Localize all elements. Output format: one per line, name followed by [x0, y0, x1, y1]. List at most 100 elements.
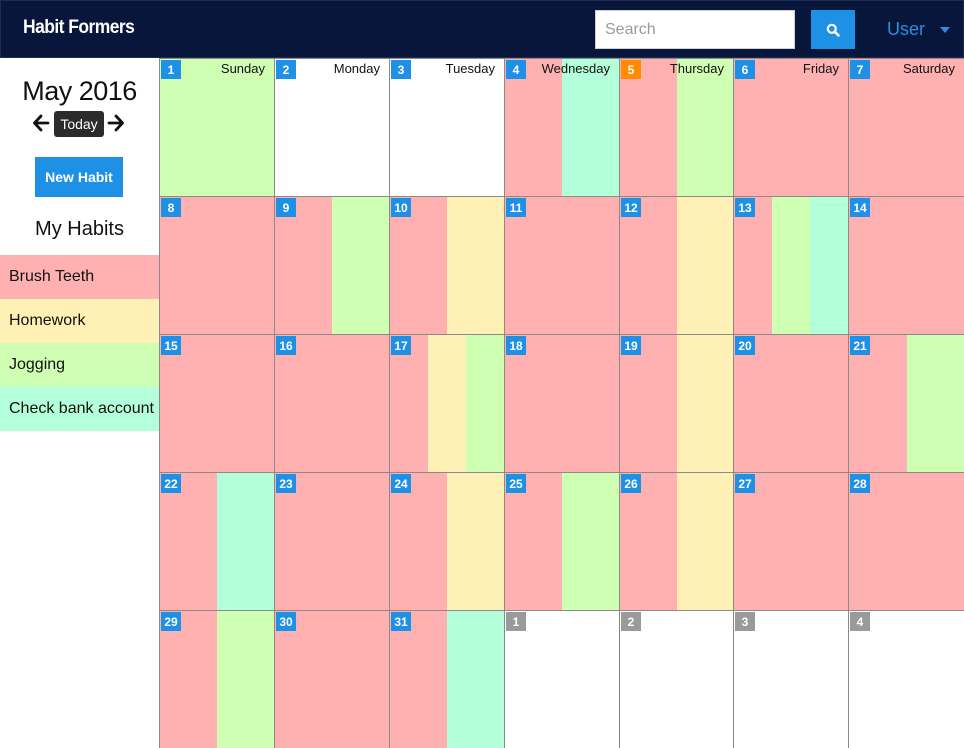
habit-stripe: [275, 473, 389, 610]
date-badge: 26: [621, 474, 641, 493]
date-badge: 7: [850, 60, 870, 79]
calendar-day-cell[interactable]: 4 Wednesday: [504, 58, 620, 197]
date-badge: 6: [735, 60, 755, 79]
calendar-day-cell[interactable]: 6 Friday: [733, 58, 849, 197]
calendar-day-cell[interactable]: 4: [848, 610, 964, 748]
habit-stripe: [447, 473, 504, 610]
arrow-right-icon[interactable]: [107, 113, 125, 133]
calendar-day-cell[interactable]: 9: [274, 196, 390, 335]
date-badge: 5: [621, 60, 641, 79]
calendar-day-cell[interactable]: 22: [159, 472, 275, 611]
habit-item-label: Homework: [9, 312, 86, 329]
calendar-day-cell[interactable]: 19: [619, 334, 734, 473]
date-badge: 10: [391, 198, 411, 217]
date-badge: 28: [850, 474, 870, 493]
calendar-day-cell[interactable]: 10: [389, 196, 505, 335]
date-badge: 30: [276, 612, 296, 631]
calendar-day-cell[interactable]: 2 Monday: [274, 58, 390, 197]
date-badge: 3: [735, 612, 755, 631]
today-button[interactable]: Today: [54, 111, 104, 137]
date-badge: 20: [735, 336, 755, 355]
calendar-day-cell[interactable]: 13: [733, 196, 849, 335]
new-habit-button[interactable]: New Habit: [35, 157, 123, 197]
habit-stripe: [466, 335, 504, 472]
weekday-label: Thursday: [669, 61, 724, 76]
habit-stripe: [734, 335, 848, 472]
calendar-day-cell[interactable]: 26: [619, 472, 734, 611]
habit-stripe: [217, 473, 274, 610]
my-habits-heading: My Habits: [35, 218, 124, 240]
user-menu[interactable]: User: [887, 19, 957, 43]
date-badge: 27: [735, 474, 755, 493]
calendar-day-cell[interactable]: 24: [389, 472, 505, 611]
habit-stripe: [160, 59, 274, 196]
date-badge: 11: [506, 198, 526, 217]
calendar-day-cell[interactable]: 25: [504, 472, 620, 611]
date-badge: 12: [621, 198, 641, 217]
calendar-day-cell[interactable]: 3 Tuesday: [389, 58, 505, 197]
habit-stripe: [275, 197, 332, 334]
arrow-left-icon[interactable]: [32, 113, 50, 133]
calendar-day-cell[interactable]: 29: [159, 610, 275, 748]
habit-item[interactable]: Homework: [0, 299, 159, 343]
habit-stripe: [390, 335, 428, 472]
habit-stripe: [677, 59, 733, 196]
calendar-grid: 1 Sunday 2 Monday 3 Tuesday 4 Wednesday 5 Thursda…: [159, 58, 964, 748]
date-badge: 21: [850, 336, 870, 355]
calendar-day-cell[interactable]: 5 Thursday: [619, 58, 734, 197]
habit-stripe: [275, 335, 389, 472]
calendar-day-cell[interactable]: 2: [619, 610, 734, 748]
calendar-day-cell[interactable]: 15: [159, 334, 275, 473]
habit-stripe: [505, 197, 619, 334]
calendar-day-cell[interactable]: 1: [504, 610, 620, 748]
date-badge: 14: [850, 198, 870, 217]
calendar-day-cell[interactable]: 8: [159, 196, 275, 335]
calendar-day-cell[interactable]: 7 Saturday: [848, 58, 964, 197]
calendar-day-cell[interactable]: 31: [389, 610, 505, 748]
habit-stripe: [160, 197, 274, 334]
habit-stripe: [217, 611, 274, 748]
search-input[interactable]: [595, 10, 795, 49]
date-badge: 25: [506, 474, 526, 493]
habit-item[interactable]: Brush Teeth: [0, 255, 159, 299]
habit-stripe: [562, 59, 619, 196]
calendar-day-cell[interactable]: 21: [848, 334, 964, 473]
habit-stripe: [849, 473, 964, 610]
calendar-day-cell[interactable]: 12: [619, 196, 734, 335]
date-badge: 29: [161, 612, 181, 631]
habit-stripe: [620, 197, 677, 334]
date-badge: 4: [850, 612, 870, 631]
habit-stripe: [734, 473, 848, 610]
calendar-day-cell[interactable]: 3: [733, 610, 849, 748]
calendar-day-cell[interactable]: 18: [504, 334, 620, 473]
date-badge: 2: [621, 612, 641, 631]
habit-stripe: [275, 611, 389, 748]
calendar-day-cell[interactable]: 17: [389, 334, 505, 473]
search-button[interactable]: [811, 10, 855, 49]
habit-item[interactable]: Check bank account: [0, 387, 159, 431]
habit-stripe: [772, 197, 810, 334]
month-title: May 2016: [22, 76, 137, 106]
calendar-day-cell[interactable]: 1 Sunday: [159, 58, 275, 197]
habit-item[interactable]: Jogging: [0, 343, 159, 387]
calendar-day-cell[interactable]: 23: [274, 472, 390, 611]
date-badge: 31: [391, 612, 411, 631]
app-brand[interactable]: Habit Formers: [23, 17, 135, 39]
calendar-day-cell[interactable]: 11: [504, 196, 620, 335]
calendar-day-cell[interactable]: 20: [733, 334, 849, 473]
calendar-day-cell[interactable]: 28: [848, 472, 964, 611]
date-badge: 9: [276, 198, 296, 217]
habit-stripe: [160, 611, 217, 748]
habit-stripe: [390, 197, 447, 334]
habit-stripe: [390, 611, 447, 748]
habit-stripe: [810, 197, 848, 334]
calendar-day-cell[interactable]: 14: [848, 196, 964, 335]
calendar-day-cell[interactable]: 16: [274, 334, 390, 473]
date-badge: 17: [391, 336, 411, 355]
habit-stripe: [505, 59, 562, 196]
habit-stripe: [620, 335, 677, 472]
date-badge: 16: [276, 336, 296, 355]
weekday-label: Friday: [802, 61, 839, 76]
calendar-day-cell[interactable]: 27: [733, 472, 849, 611]
calendar-day-cell[interactable]: 30: [274, 610, 390, 748]
